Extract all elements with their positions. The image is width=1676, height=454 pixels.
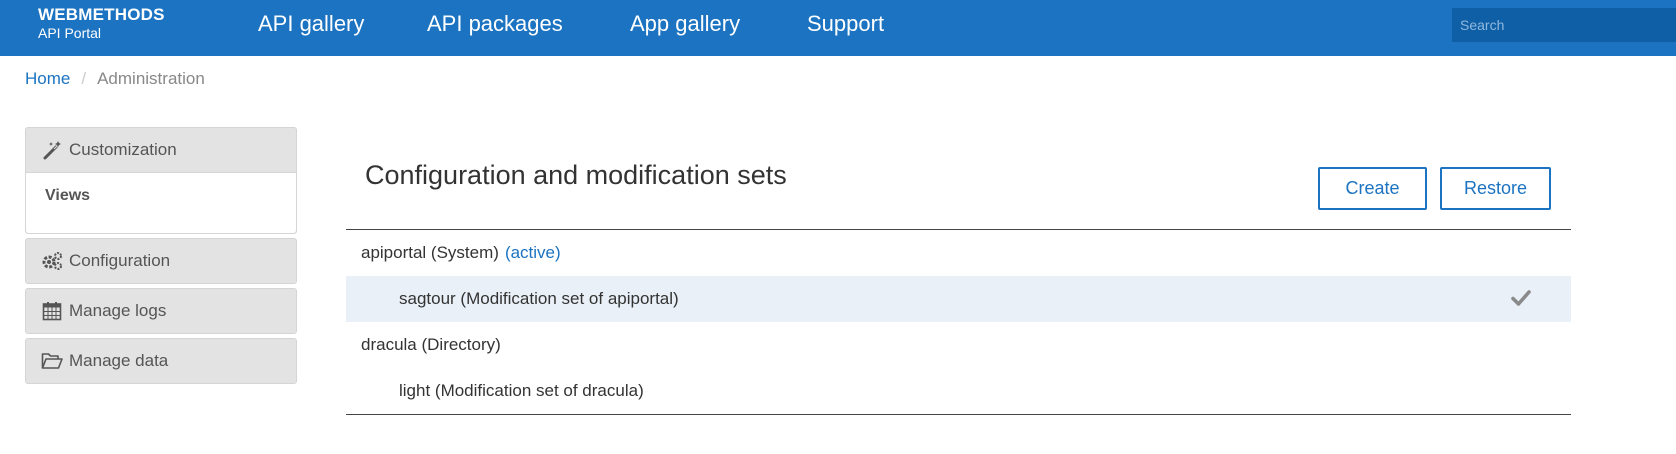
list-item-label: light (Modification set of dracula) <box>399 381 644 400</box>
sidebar-subitem-views[interactable]: Views <box>26 173 296 205</box>
sidebar-panel-manage-data: Manage data <box>25 338 297 384</box>
list-item[interactable]: dracula (Directory) <box>346 322 1571 368</box>
restore-button[interactable]: Restore <box>1440 167 1551 210</box>
nav-support[interactable]: Support <box>807 11 884 37</box>
sidebar-item-label: Configuration <box>69 251 171 270</box>
nav-app-gallery[interactable]: App gallery <box>630 11 740 37</box>
search-input[interactable] <box>1452 8 1676 42</box>
top-navbar: WEBMETHODS API Portal API gallery API pa… <box>0 0 1676 56</box>
brand-subtitle: API Portal <box>38 25 102 41</box>
list-item-label: dracula (Directory) <box>361 335 501 354</box>
nav-api-packages[interactable]: API packages <box>427 11 563 37</box>
sidebar-item-manage-logs[interactable]: Manage logs <box>26 289 296 333</box>
sidebar-item-customization[interactable]: Customization <box>26 128 296 172</box>
sidebar-submenu: Views <box>26 172 296 233</box>
breadcrumb-separator: / <box>81 69 87 88</box>
create-button[interactable]: Create <box>1318 167 1427 210</box>
sidebar-item-label: Manage data <box>69 351 169 370</box>
sidebar-item-manage-data[interactable]: Manage data <box>26 339 296 383</box>
breadcrumb-current: Administration <box>97 69 205 88</box>
modification-set-list: apiportal (System) (active) sagtour (Mod… <box>346 229 1571 415</box>
brand-title: WEBMETHODS <box>38 5 165 24</box>
brand-logo[interactable]: WEBMETHODS API Portal <box>38 6 165 42</box>
sidebar-panel-customization: Customization Views <box>25 127 297 234</box>
list-item-label: apiportal (System) <box>361 243 499 262</box>
page-title: Configuration and modification sets <box>365 160 787 190</box>
list-bottom-rule <box>346 414 1571 415</box>
sidebar-panel-manage-logs: Manage logs <box>25 288 297 334</box>
list-item[interactable]: sagtour (Modification set of apiportal) <box>346 276 1571 322</box>
list-item[interactable]: apiportal (System) (active) <box>346 230 1571 276</box>
calendar-icon <box>41 300 63 322</box>
sidebar-item-label: Customization <box>69 140 177 159</box>
nav-api-gallery[interactable]: API gallery <box>258 11 364 37</box>
check-icon <box>1511 289 1531 312</box>
breadcrumb: Home / Administration <box>25 69 205 89</box>
list-item[interactable]: light (Modification set of dracula) <box>346 368 1571 414</box>
breadcrumb-home[interactable]: Home <box>25 69 70 88</box>
magic-wand-icon <box>41 139 63 161</box>
sidebar-item-configuration[interactable]: Configuration <box>26 239 296 283</box>
active-badge: (active) <box>504 243 561 262</box>
list-item-label: sagtour (Modification set of apiportal) <box>399 289 679 308</box>
sidebar-item-label: Manage logs <box>69 301 167 320</box>
sidebar-panel-configuration: Configuration <box>25 238 297 284</box>
gears-icon <box>41 250 63 272</box>
folder-open-icon <box>41 350 63 372</box>
